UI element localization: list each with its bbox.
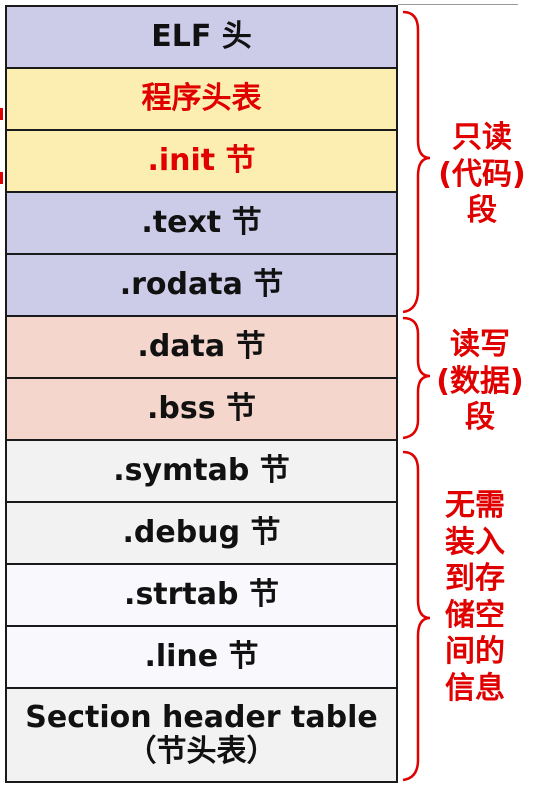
section-label: Section header table: [25, 699, 378, 735]
group-label-line: 信息: [445, 670, 505, 706]
section-line: .line 节: [5, 625, 398, 689]
group-label-line: 装入: [445, 524, 505, 560]
group-label-line: 间的: [445, 634, 505, 670]
section-label: .debug 节: [122, 514, 281, 550]
section-label: .line 节: [144, 638, 259, 674]
section-label: 程序头表: [141, 80, 262, 116]
group-label-line: 无需: [445, 488, 505, 523]
group-label-line: 只读: [452, 120, 512, 155]
readonly-segment-label: 只读 (代码) 段: [432, 120, 532, 230]
section-strtab: .strtab 节: [5, 563, 398, 627]
section-label: .symtab 节: [113, 452, 290, 488]
section-symtab: .symtab 节: [5, 439, 398, 503]
section-program-header-table: 程序头表: [5, 67, 398, 131]
group-label-line: 段: [465, 400, 495, 436]
section-label: .rodata 节: [119, 266, 284, 302]
section-label: ELF 头: [151, 18, 252, 54]
section-label: .strtab 节: [124, 576, 279, 612]
group-label-line: 段: [467, 193, 497, 229]
section-label: .init 节: [147, 142, 256, 178]
section-section-header-table: Section header table （节头表）: [5, 687, 398, 783]
readwrite-segment-brace: [402, 316, 431, 440]
section-debug: .debug 节: [5, 501, 398, 565]
section-label: .text 节: [141, 204, 262, 240]
left-marker-mark: [0, 172, 3, 184]
readwrite-segment-label: 读写 (数据) 段: [430, 327, 530, 437]
section-elf-header: ELF 头: [5, 5, 398, 69]
group-label-line: 到存: [445, 561, 505, 597]
section-data: .data 节: [5, 315, 398, 379]
group-label-line: 读写: [450, 327, 510, 362]
group-label-line: 储空: [445, 597, 505, 633]
group-label-line: (代码): [438, 156, 526, 192]
section-rodata: .rodata 节: [5, 253, 398, 317]
group-label-line: (数据): [436, 363, 524, 399]
section-sublabel: （节头表）: [126, 734, 277, 769]
readonly-segment-brace: [402, 10, 431, 314]
unloaded-info-label: 无需 装入 到存 储空 间的 信息: [425, 488, 525, 708]
section-text: .text 节: [5, 191, 398, 255]
section-label: .data 节: [137, 328, 266, 364]
section-label: .bss 节: [146, 390, 257, 426]
left-marker-mark: [0, 108, 3, 120]
section-bss: .bss 节: [5, 377, 398, 441]
section-init: .init 节: [5, 129, 398, 193]
